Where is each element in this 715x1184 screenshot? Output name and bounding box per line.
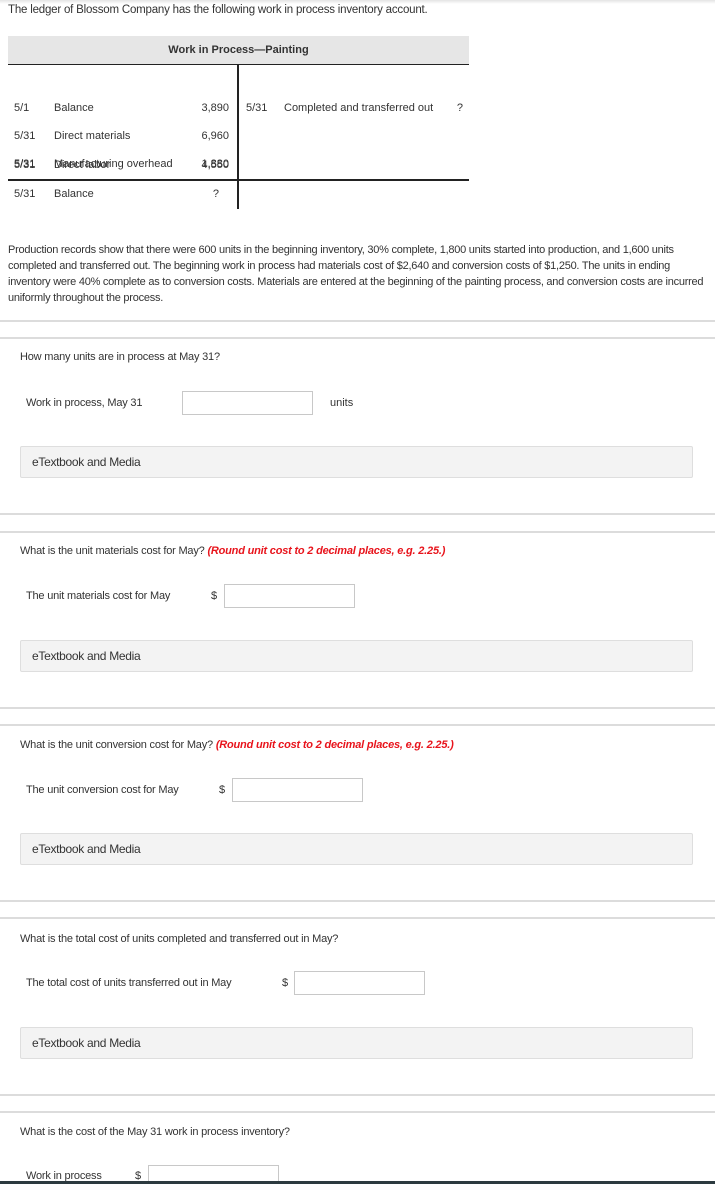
question-1-text: How many units are in process at May 31? [20, 351, 220, 363]
debit-description: Direct materials [54, 130, 131, 142]
wip-units-input[interactable] [182, 391, 313, 415]
question-2-prompt: What is the unit materials cost for May? [20, 545, 205, 557]
intro-text: The ledger of Blossom Company has the fo… [8, 4, 428, 16]
debit-description: Balance [54, 102, 94, 114]
answer-1-label: Work in process, May 31 [26, 397, 143, 409]
section-divider [0, 1111, 715, 1113]
t-account-divider-vertical [237, 65, 239, 209]
section-divider [0, 917, 715, 919]
total-cost-transferred-input[interactable] [294, 971, 425, 995]
balance-date: 5/31 [14, 188, 36, 200]
t-account-title: Work in Process—Painting [8, 36, 469, 65]
question-3-prompt: What is the unit conversion cost for May… [20, 739, 213, 751]
debit-date: 5/1 [14, 102, 30, 114]
debit-amount: 3,890 [201, 102, 229, 114]
etextbook-media-button[interactable]: eTextbook and Media [20, 446, 693, 478]
balance-description: Balance [54, 188, 94, 200]
section-divider [0, 320, 715, 322]
t-account-divider-horizontal [8, 179, 469, 181]
section-divider [0, 513, 715, 515]
section-divider [0, 531, 715, 533]
credit-amount: ? [456, 102, 463, 114]
section-divider [0, 724, 715, 726]
dollar-sign: $ [282, 977, 289, 989]
dollar-sign: $ [219, 784, 226, 796]
balance-amount: ? [212, 188, 219, 200]
question-2-hint: (Round unit cost to 2 decimal places, e.… [207, 545, 446, 557]
production-info: Production records show that there were … [8, 244, 704, 304]
etextbook-media-button[interactable]: eTextbook and Media [20, 833, 693, 865]
debit-date: 5/31 [14, 158, 36, 170]
section-divider [0, 900, 715, 902]
section-divider [0, 1094, 715, 1096]
question-3-text: What is the unit conversion cost for May… [20, 739, 454, 751]
question-5-text: What is the cost of the May 31 work in p… [20, 1126, 290, 1138]
etextbook-media-button[interactable]: eTextbook and Media [20, 1027, 693, 1059]
debit-description: Manufacturing overhead [54, 158, 173, 170]
units-suffix: units [330, 397, 354, 409]
dollar-sign: $ [211, 590, 218, 602]
section-divider [0, 337, 715, 339]
question-2-text: What is the unit materials cost for May?… [20, 545, 445, 557]
credit-date: 5/31 [246, 102, 268, 114]
question-4-text: What is the total cost of units complete… [20, 933, 338, 945]
debit-amount: 1,880 [201, 158, 229, 170]
t-account: Work in Process—Painting 5/1 Balance 3,8… [8, 36, 469, 209]
answer-4-label: The total cost of units transferred out … [26, 977, 232, 989]
answer-3-label: The unit conversion cost for May [26, 784, 179, 796]
debit-date: 5/31 [14, 130, 36, 142]
question-4-prompt: What is the total cost of units complete… [20, 933, 339, 945]
question-5-prompt: What is the cost of the May 31 work in p… [20, 1126, 290, 1138]
unit-materials-cost-input[interactable] [224, 584, 355, 608]
section-divider [0, 707, 715, 709]
answer-2-label: The unit materials cost for May [26, 590, 171, 602]
credit-description: Completed and transferred out [284, 102, 434, 114]
etextbook-media-button[interactable]: eTextbook and Media [20, 640, 693, 672]
question-3-hint: (Round unit cost to 2 decimal places, e.… [215, 739, 454, 751]
question-1-prompt: How many units are in process at May 31? [20, 351, 220, 363]
debit-amount: 6,960 [201, 130, 229, 142]
unit-conversion-cost-input[interactable] [232, 778, 363, 802]
